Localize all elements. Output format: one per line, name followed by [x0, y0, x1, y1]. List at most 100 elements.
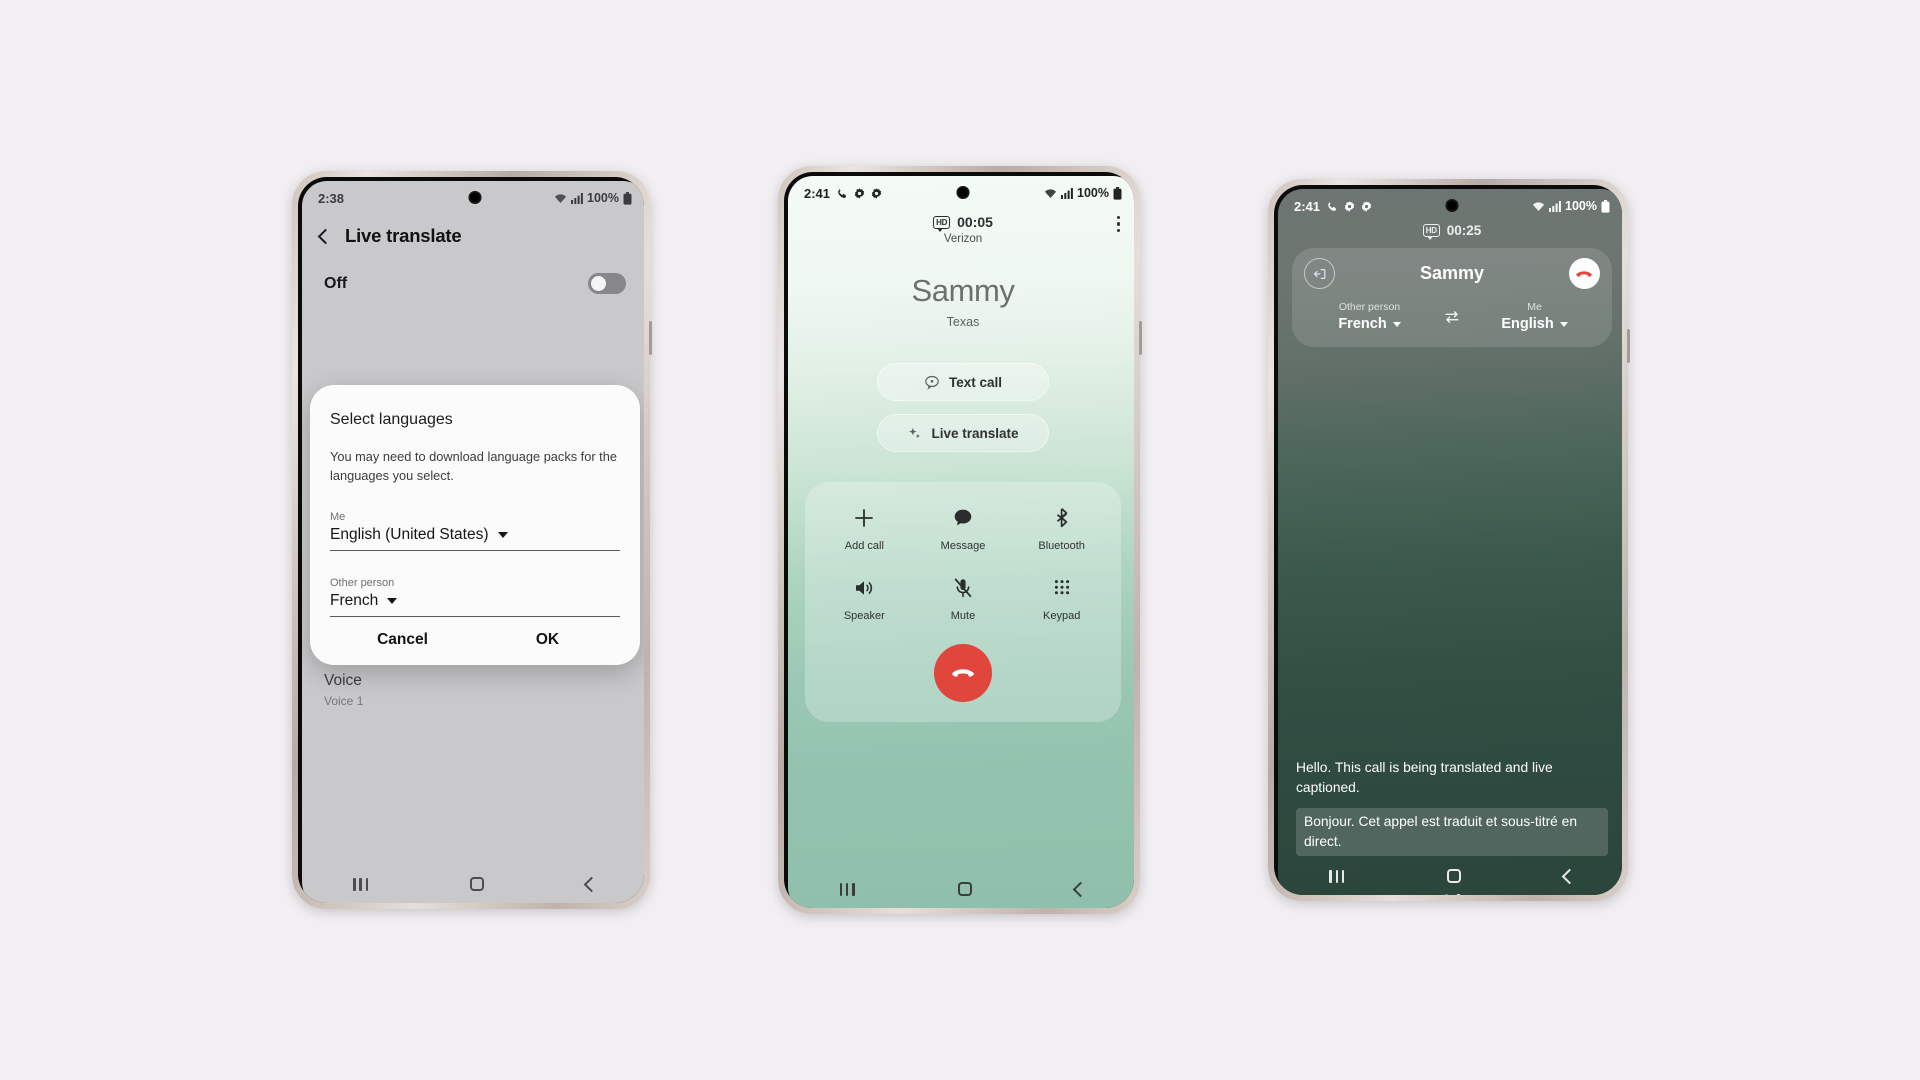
- call-duration-row: HD 00:25: [1278, 223, 1622, 240]
- message-icon: [951, 506, 975, 530]
- speaker-icon: [852, 576, 876, 600]
- wifi-icon: [1532, 201, 1545, 212]
- swap-languages-button[interactable]: [1435, 308, 1469, 326]
- speaker-button[interactable]: Speaker: [815, 576, 914, 622]
- call-feature-pills: Text call Live translate: [788, 363, 1134, 452]
- phone-mockup-stage: 2:38 100% Live translate Off Voice Voice…: [0, 0, 1920, 1080]
- minimize-to-call-button[interactable]: [1304, 258, 1335, 289]
- power-button[interactable]: [1627, 329, 1630, 363]
- chevron-down-icon[interactable]: [387, 598, 398, 604]
- back-nav-icon[interactable]: [1073, 881, 1089, 897]
- call-header: HD 00:05 Verizon: [788, 210, 1134, 245]
- settings-row-voice[interactable]: Voice Voice 1: [324, 656, 626, 720]
- home-icon[interactable]: [470, 877, 484, 891]
- callee-name: Sammy: [1419, 263, 1485, 283]
- dialog-title: Select languages: [330, 411, 453, 428]
- other-person-label: Other person: [330, 577, 395, 589]
- text-call-label: Text call: [948, 374, 1003, 390]
- key-label: Add call: [844, 540, 884, 552]
- status-bar: 2:41 100%: [788, 176, 1134, 210]
- phone-1-screen: 2:38 100% Live translate Off Voice Voice…: [302, 181, 644, 903]
- other-person-label: Other person: [1338, 301, 1401, 313]
- live-translate-panel: Sammy Other person French Me English: [1292, 248, 1612, 347]
- message-button[interactable]: Message: [914, 506, 1013, 552]
- phone-icon: [836, 187, 848, 199]
- cancel-button[interactable]: Cancel: [330, 631, 475, 649]
- keypad-button[interactable]: Keypad: [1012, 576, 1111, 622]
- status-bar: 2:38 100%: [302, 181, 644, 215]
- recents-icon[interactable]: [1329, 869, 1345, 883]
- status-time: 2:41: [804, 185, 831, 201]
- language-selector-row: Other person French Me English: [1304, 301, 1600, 333]
- battery-icon: [1113, 186, 1122, 200]
- power-button[interactable]: [649, 321, 652, 355]
- keypad-icon: [1050, 576, 1074, 600]
- phone-3-screen: 2:41 100% HD 00:25 Sammy Other person Fr…: [1278, 189, 1622, 895]
- gear-icon: [871, 187, 882, 199]
- text-call-icon: [924, 374, 940, 390]
- battery-percent: 100%: [1565, 199, 1597, 213]
- wifi-icon: [554, 193, 567, 204]
- back-nav-icon[interactable]: [583, 876, 600, 892]
- more-options-icon[interactable]: [1116, 216, 1120, 233]
- home-icon[interactable]: [957, 882, 972, 896]
- bluetooth-button[interactable]: Bluetooth: [1012, 506, 1111, 552]
- power-button[interactable]: [1139, 321, 1142, 355]
- live-translate-switch[interactable]: [588, 273, 626, 294]
- phone-3-live-translate-active: 2:41 100% HD 00:25 Sammy Other person Fr…: [1268, 179, 1630, 901]
- wifi-icon: [1044, 188, 1057, 199]
- end-call-icon: [949, 659, 977, 687]
- other-person-language-selector[interactable]: Other person French: [1304, 301, 1435, 333]
- status-bar: 2:41 100%: [1278, 189, 1622, 223]
- other-person-language-value: French: [330, 592, 379, 609]
- mute-button[interactable]: Mute: [914, 576, 1013, 622]
- me-language-value: English: [1501, 316, 1554, 332]
- hd-voice-icon: HD: [1422, 224, 1440, 240]
- me-language-selector[interactable]: Me English: [1469, 301, 1600, 333]
- callee-location: Texas: [946, 315, 980, 329]
- call-controls-card: Add call Message Bluetooth Speaker Mute …: [805, 482, 1121, 722]
- live-translate-toggle-row[interactable]: Off: [302, 269, 644, 294]
- swap-icon: [1443, 308, 1461, 326]
- chevron-down-icon: [1392, 321, 1401, 327]
- recents-icon[interactable]: [839, 882, 855, 896]
- callee-name: Sammy: [911, 273, 1015, 308]
- chevron-down-icon[interactable]: [497, 532, 508, 538]
- text-call-button[interactable]: Text call: [877, 363, 1049, 401]
- other-person-language-value: French: [1338, 316, 1387, 332]
- caption-source: Hello. This call is being translated and…: [1296, 760, 1553, 795]
- key-label: Mute: [950, 610, 976, 622]
- navigation-bar: [788, 866, 1134, 908]
- home-icon[interactable]: [1446, 869, 1461, 883]
- signal-icon: [571, 192, 583, 204]
- gear-icon: [1361, 200, 1372, 212]
- hd-voice-icon: HD: [933, 215, 951, 232]
- select-languages-dialog: Select languages You may need to downloa…: [310, 385, 640, 665]
- end-call-button[interactable]: [1568, 258, 1600, 289]
- add-call-button[interactable]: Add call: [815, 506, 914, 552]
- battery-percent: 100%: [1077, 186, 1109, 200]
- callee-info: Sammy Texas: [788, 273, 1134, 329]
- signal-icon: [1061, 187, 1073, 199]
- key-label: Message: [940, 540, 986, 552]
- phone-2-screen: 2:41 100% HD 00:05 Verizon Sammy Texas T…: [788, 176, 1134, 908]
- gear-icon: [854, 187, 865, 199]
- live-translate-button[interactable]: Live translate: [877, 414, 1049, 452]
- signal-icon: [1549, 200, 1561, 212]
- phone-2-in-call: 2:41 100% HD 00:05 Verizon Sammy Texas T…: [778, 166, 1142, 914]
- end-call-icon: [1574, 264, 1594, 284]
- phone-icon: [1326, 200, 1338, 212]
- me-language-field[interactable]: Me English (United States): [330, 511, 620, 551]
- back-nav-icon[interactable]: [1561, 868, 1577, 884]
- end-call-button[interactable]: [934, 644, 992, 702]
- other-person-language-field[interactable]: Other person French: [330, 577, 620, 617]
- toggle-label: Off: [324, 274, 348, 292]
- recents-icon[interactable]: [353, 877, 368, 891]
- front-camera: [1445, 199, 1459, 212]
- back-icon[interactable]: [317, 228, 334, 244]
- status-time: 2:41: [1294, 198, 1321, 214]
- me-label: Me: [330, 511, 346, 523]
- gear-icon: [1344, 200, 1355, 212]
- ok-button[interactable]: OK: [475, 631, 620, 649]
- battery-percent: 100%: [587, 191, 619, 205]
